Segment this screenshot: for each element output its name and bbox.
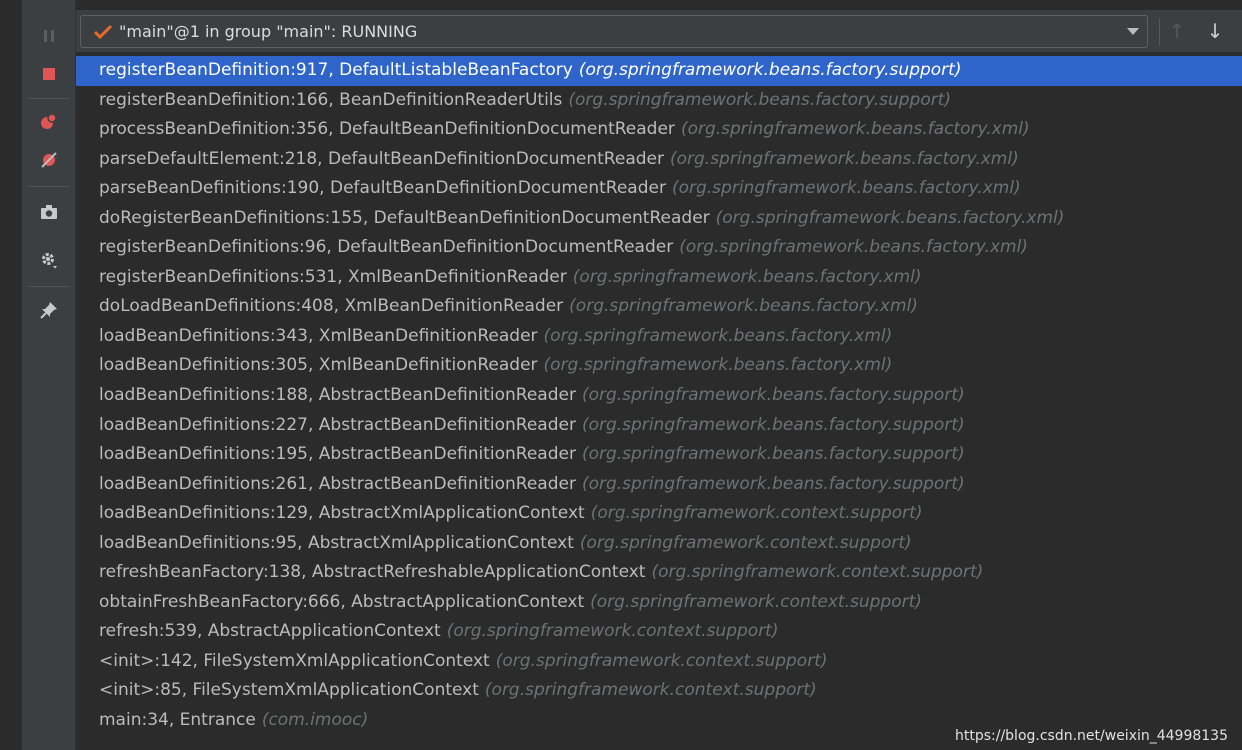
frame-package: (org.springframework.beans.factory.suppo… (581, 473, 965, 494)
frame-package: (org.springframework.beans.factory.xml) (671, 178, 1021, 199)
frame-package: (org.springframework.beans.factory.xml) (679, 237, 1028, 258)
frame-row[interactable]: loadBeanDefinitions:343, XmlBeanDefiniti… (76, 322, 1242, 352)
frame-row[interactable]: <init>:142, FileSystemXmlApplicationCont… (76, 647, 1242, 677)
frame-row[interactable]: <init>:85, FileSystemXmlApplicationConte… (76, 676, 1242, 706)
frame-row[interactable]: loadBeanDefinitions:261, AbstractBeanDef… (76, 470, 1242, 500)
frame-method: registerBeanDefinitions:531, XmlBeanDefi… (99, 266, 567, 287)
frame-package: (org.springframework.beans.factory.xml) (569, 296, 918, 317)
frame-row[interactable]: loadBeanDefinitions:227, AbstractBeanDef… (76, 411, 1242, 441)
left-gutter-strip (0, 0, 22, 750)
frame-package: (org.springframework.context.support) (651, 562, 984, 583)
frame-method: <init>:85, FileSystemXmlApplicationConte… (99, 680, 479, 701)
chevron-down-icon (1127, 28, 1139, 35)
frame-method: parseBeanDefinitions:190, DefaultBeanDef… (99, 178, 666, 199)
thread-selector-bar: "main"@1 in group "main": RUNNING ↑ ↓ (76, 10, 1242, 52)
camera-icon[interactable] (37, 200, 61, 224)
frame-method: registerBeanDefinition:166, BeanDefiniti… (99, 89, 563, 110)
frame-row[interactable]: doRegisterBeanDefinitions:155, DefaultBe… (76, 204, 1242, 234)
frame-method: loadBeanDefinitions:188, AbstractBeanDef… (99, 385, 576, 406)
toolbar-separator (1159, 18, 1160, 46)
frame-package: (org.springframework.context.support) (590, 503, 923, 524)
frame-row[interactable]: refresh:539, AbstractApplicationContext(… (76, 617, 1242, 647)
frame-package: (org.springframework.beans.factory.xml) (572, 266, 922, 287)
frame-package: (org.springframework.context.support) (579, 532, 912, 553)
frame-method: doLoadBeanDefinitions:408, XmlBeanDefini… (99, 296, 564, 317)
frame-package: (org.springframework.beans.factory.suppo… (581, 444, 965, 465)
pin-icon[interactable] (37, 298, 61, 322)
frame-row[interactable]: registerBeanDefinition:166, BeanDefiniti… (76, 86, 1242, 116)
frame-row[interactable]: loadBeanDefinitions:305, XmlBeanDefiniti… (76, 351, 1242, 381)
thread-label: "main"@1 in group "main": RUNNING (119, 22, 418, 41)
frame-row[interactable]: registerBeanDefinition:917, DefaultLista… (76, 56, 1242, 86)
view-breakpoints-icon[interactable] (37, 109, 61, 133)
frame-package: (org.springframework.context.support) (590, 591, 922, 612)
toolbar-separator (28, 98, 70, 99)
frame-method: loadBeanDefinitions:195, AbstractBeanDef… (99, 444, 576, 465)
frame-method: processBeanDefinition:356, DefaultBeanDe… (99, 119, 675, 140)
frame-method: main:34, Entrance (99, 710, 256, 731)
frame-method: doRegisterBeanDefinitions:155, DefaultBe… (99, 207, 710, 228)
frame-package: (org.springframework.beans.factory.xml) (715, 207, 1065, 228)
frame-package: (org.springframework.beans.factory.suppo… (568, 89, 952, 110)
frame-package: (org.springframework.beans.factory.suppo… (581, 385, 965, 406)
settings-icon[interactable] (37, 248, 61, 272)
frame-package: (org.springframework.beans.factory.xml) (669, 148, 1019, 169)
frames-list: registerBeanDefinition:917, DefaultLista… (76, 56, 1242, 750)
frame-row[interactable]: parseDefaultElement:218, DefaultBeanDefi… (76, 145, 1242, 175)
frame-package: (org.springframework.context.support) (495, 650, 828, 671)
frame-row[interactable]: refreshBeanFactory:138, AbstractRefresha… (76, 558, 1242, 588)
frame-package: (org.springframework.context.support) (484, 680, 817, 701)
frame-row[interactable]: obtainFreshBeanFactory:666, AbstractAppl… (76, 588, 1242, 618)
arrow-down-icon[interactable]: ↓ (1202, 18, 1228, 44)
check-icon (93, 24, 113, 39)
debug-toolbar (22, 0, 76, 750)
frame-row[interactable]: loadBeanDefinitions:129, AbstractXmlAppl… (76, 499, 1242, 529)
frame-method: refreshBeanFactory:138, AbstractRefresha… (99, 562, 646, 583)
frame-row[interactable]: registerBeanDefinitions:96, DefaultBeanD… (76, 233, 1242, 263)
frame-package: (org.springframework.context.support) (446, 621, 779, 642)
frame-method: registerBeanDefinition:917, DefaultLista… (99, 60, 573, 80)
pause-icon[interactable] (37, 24, 61, 48)
frame-method: loadBeanDefinitions:227, AbstractBeanDef… (99, 414, 576, 435)
frame-row[interactable]: registerBeanDefinitions:531, XmlBeanDefi… (76, 263, 1242, 293)
frame-row[interactable]: doLoadBeanDefinitions:408, XmlBeanDefini… (76, 292, 1242, 322)
frame-package: (org.springframework.beans.factory.suppo… (581, 414, 965, 435)
frame-row[interactable]: loadBeanDefinitions:195, AbstractBeanDef… (76, 440, 1242, 470)
frame-method: loadBeanDefinitions:129, AbstractXmlAppl… (99, 503, 585, 524)
frame-package: (org.springframework.beans.factory.xml) (543, 325, 893, 346)
frame-row[interactable]: parseBeanDefinitions:190, DefaultBeanDef… (76, 174, 1242, 204)
frame-package: (com.imooc) (261, 710, 369, 731)
thread-selector-dropdown[interactable]: "main"@1 in group "main": RUNNING (80, 15, 1148, 48)
frame-package: (org.springframework.beans.factory.suppo… (578, 60, 962, 80)
toolbar-separator (28, 286, 70, 287)
frame-row[interactable]: processBeanDefinition:356, DefaultBeanDe… (76, 115, 1242, 145)
frame-method: loadBeanDefinitions:95, AbstractXmlAppli… (99, 532, 574, 553)
frame-package: (org.springframework.beans.factory.xml) (680, 119, 1030, 140)
stop-icon[interactable] (37, 62, 61, 86)
watermark: https://blog.csdn.net/weixin_44998135 (954, 728, 1228, 744)
toolbar-separator (28, 186, 70, 187)
frame-method: loadBeanDefinitions:305, XmlBeanDefiniti… (99, 355, 538, 376)
frame-row[interactable]: loadBeanDefinitions:188, AbstractBeanDef… (76, 381, 1242, 411)
frame-method: registerBeanDefinitions:96, DefaultBeanD… (99, 237, 674, 258)
frame-method: <init>:142, FileSystemXmlApplicationCont… (99, 650, 490, 671)
frame-method: obtainFreshBeanFactory:666, AbstractAppl… (99, 591, 585, 612)
arrow-up-icon[interactable]: ↑ (1164, 18, 1190, 44)
frame-method: loadBeanDefinitions:343, XmlBeanDefiniti… (99, 325, 538, 346)
frame-method: loadBeanDefinitions:261, AbstractBeanDef… (99, 473, 576, 494)
frame-row[interactable]: loadBeanDefinitions:95, AbstractXmlAppli… (76, 529, 1242, 559)
frame-method: refresh:539, AbstractApplicationContext (99, 621, 441, 642)
frame-method: parseDefaultElement:218, DefaultBeanDefi… (99, 148, 664, 169)
frame-package: (org.springframework.beans.factory.xml) (543, 355, 893, 376)
mute-breakpoints-icon[interactable] (37, 148, 61, 172)
